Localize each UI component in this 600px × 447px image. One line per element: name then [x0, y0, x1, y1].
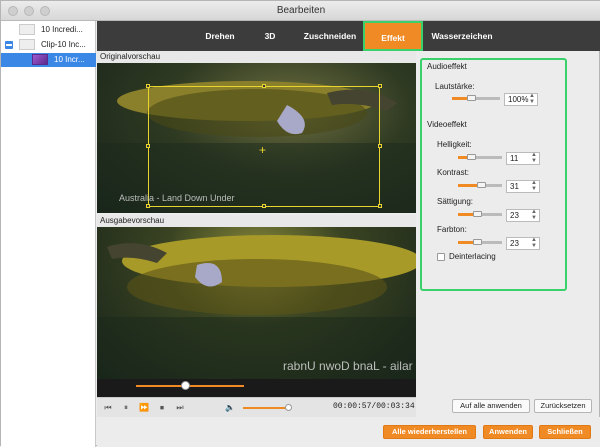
crosshair-icon: + — [259, 143, 267, 157]
stepper-icon[interactable]: ▲ ▼ — [531, 152, 537, 164]
brightness-knob[interactable] — [467, 154, 476, 160]
skip-back-icon[interactable]: ⏮ — [103, 402, 113, 413]
apply-button[interactable]: Anwenden — [483, 425, 533, 439]
contrast-label: Kontrast: — [437, 168, 470, 177]
close-button[interactable]: Schließen — [539, 425, 591, 439]
player-controls: ⏮ ⏸ ⏩ ⏹ ⏭ 🔈 00:00:57/00:03:34 — [97, 397, 416, 417]
timeline-bar — [97, 379, 416, 397]
clip-list-item-selected[interactable]: 10 Incr... — [1, 53, 96, 67]
contrast-field[interactable]: 31 ▲ ▼ — [506, 180, 540, 193]
volume-slider[interactable] — [243, 407, 289, 409]
apply-all-button[interactable]: Auf alle anwenden — [452, 399, 530, 413]
brightness-field[interactable]: 11 ▲ ▼ — [506, 152, 540, 165]
video-watermark-text: Australia - Land Down Under — [119, 193, 235, 203]
crop-handle[interactable] — [146, 84, 150, 88]
reset-button[interactable]: Zurücksetzen — [534, 399, 592, 413]
clip-list-item-label: 10 Incredi... — [41, 25, 83, 34]
turtle-image — [97, 235, 416, 379]
video-watermark-text-mirrored: rabnU nwoD bnaL - ailar — [283, 359, 413, 373]
volume-effect-knob[interactable] — [467, 95, 476, 101]
crop-handle[interactable] — [146, 144, 150, 148]
tab-zuschneiden[interactable]: Zuschneiden — [301, 21, 359, 51]
close-window-icon[interactable] — [8, 6, 18, 16]
video-thumbnail-icon — [32, 54, 48, 65]
edit-window: Bearbeiten 10 Incredi... Clip-10 Inc... … — [0, 0, 600, 447]
window-controls[interactable] — [8, 6, 50, 16]
crop-handle[interactable] — [262, 84, 266, 88]
saturation-knob[interactable] — [473, 211, 482, 217]
window-title: Bearbeiten — [276, 5, 326, 16]
contrast-value: 31 — [510, 182, 519, 191]
tab-3d[interactable]: 3D — [259, 21, 281, 51]
deinterlacing-label: Deinterlacing — [449, 252, 496, 261]
zoom-window-icon[interactable] — [40, 6, 50, 16]
crop-handle[interactable] — [378, 84, 382, 88]
stop-icon[interactable]: ⏹ — [157, 402, 167, 413]
clip-list-item-label: 10 Incr... — [54, 55, 85, 64]
brightness-value: 11 — [510, 154, 519, 163]
volume-icon[interactable]: 🔈 — [225, 402, 235, 413]
title-bar: Bearbeiten — [1, 1, 600, 21]
collapse-toggle-icon[interactable] — [5, 41, 13, 49]
brightness-label: Helligkeit: — [437, 140, 472, 149]
restore-all-button[interactable]: Alle wiederherstellen — [383, 425, 476, 439]
original-preview-video: + Australia - Land Down Under — [97, 63, 416, 213]
volume-slider-knob[interactable] — [285, 404, 292, 411]
audio-effect-heading: Audioeffekt — [427, 62, 467, 71]
fast-forward-icon[interactable]: ⏩ — [139, 402, 149, 413]
volume-effect-value: 100% — [508, 95, 529, 104]
output-preview-label: Ausgabevorschau — [97, 215, 416, 227]
crop-handle[interactable] — [262, 204, 266, 208]
crop-handle[interactable] — [378, 204, 382, 208]
clip-list-item[interactable]: 10 Incredi... — [1, 23, 96, 37]
clip-list-item[interactable]: Clip-10 Inc... — [1, 38, 96, 52]
saturation-field[interactable]: 23 ▲ ▼ — [506, 209, 540, 222]
video-thumbnail-icon — [19, 24, 35, 35]
crop-handle[interactable] — [378, 144, 382, 148]
timeline-scrubber[interactable] — [180, 381, 190, 390]
effect-panel: Audioeffekt Lautstärke: 100% ▲ ▼ Videoeffe… — [420, 58, 567, 291]
hue-value: 23 — [510, 239, 519, 248]
stepper-icon[interactable]: ▲ ▼ — [529, 93, 535, 105]
tab-effekt[interactable]: Effekt — [363, 21, 423, 51]
video-effect-heading: Videoeffekt — [427, 120, 467, 129]
stepper-icon[interactable]: ▲ ▼ — [531, 209, 537, 221]
stepper-icon[interactable]: ▲ ▼ — [531, 180, 537, 192]
clip-list: 10 Incredi... Clip-10 Inc... 10 Incr... — [1, 21, 96, 447]
stepper-icon[interactable]: ▲ ▼ — [531, 237, 537, 249]
contrast-knob[interactable] — [477, 182, 486, 188]
skip-forward-icon[interactable]: ⏭ — [175, 402, 185, 413]
crop-handle[interactable] — [146, 204, 150, 208]
tab-drehen[interactable]: Drehen — [201, 21, 239, 51]
saturation-label: Sättigung: — [437, 197, 474, 206]
tab-bar: Drehen 3D Zuschneiden Effekt Wasserzeich… — [97, 21, 600, 51]
tab-wasserzeichen[interactable]: Wasserzeichen — [431, 21, 493, 51]
hue-label: Farbton: — [437, 225, 467, 234]
original-preview-label: Originalvorschau — [97, 51, 416, 63]
hue-knob[interactable] — [473, 239, 482, 245]
hue-field[interactable]: 23 ▲ ▼ — [506, 237, 540, 250]
timeline-progress[interactable] — [136, 385, 244, 387]
clip-list-item-label: Clip-10 Inc... — [41, 40, 86, 49]
deinterlacing-checkbox[interactable] — [437, 253, 445, 261]
video-thumbnail-icon — [19, 39, 35, 50]
time-display: 00:00:57/00:03:34 — [333, 402, 415, 411]
volume-effect-field[interactable]: 100% ▲ ▼ — [504, 93, 538, 106]
minimize-window-icon[interactable] — [24, 6, 34, 16]
output-preview-video: rabnU nwoD bnaL - ailar — [97, 227, 416, 379]
pause-icon[interactable]: ⏸ — [121, 402, 131, 413]
saturation-value: 23 — [510, 211, 519, 220]
volume-label: Lautstärke: — [435, 82, 475, 91]
